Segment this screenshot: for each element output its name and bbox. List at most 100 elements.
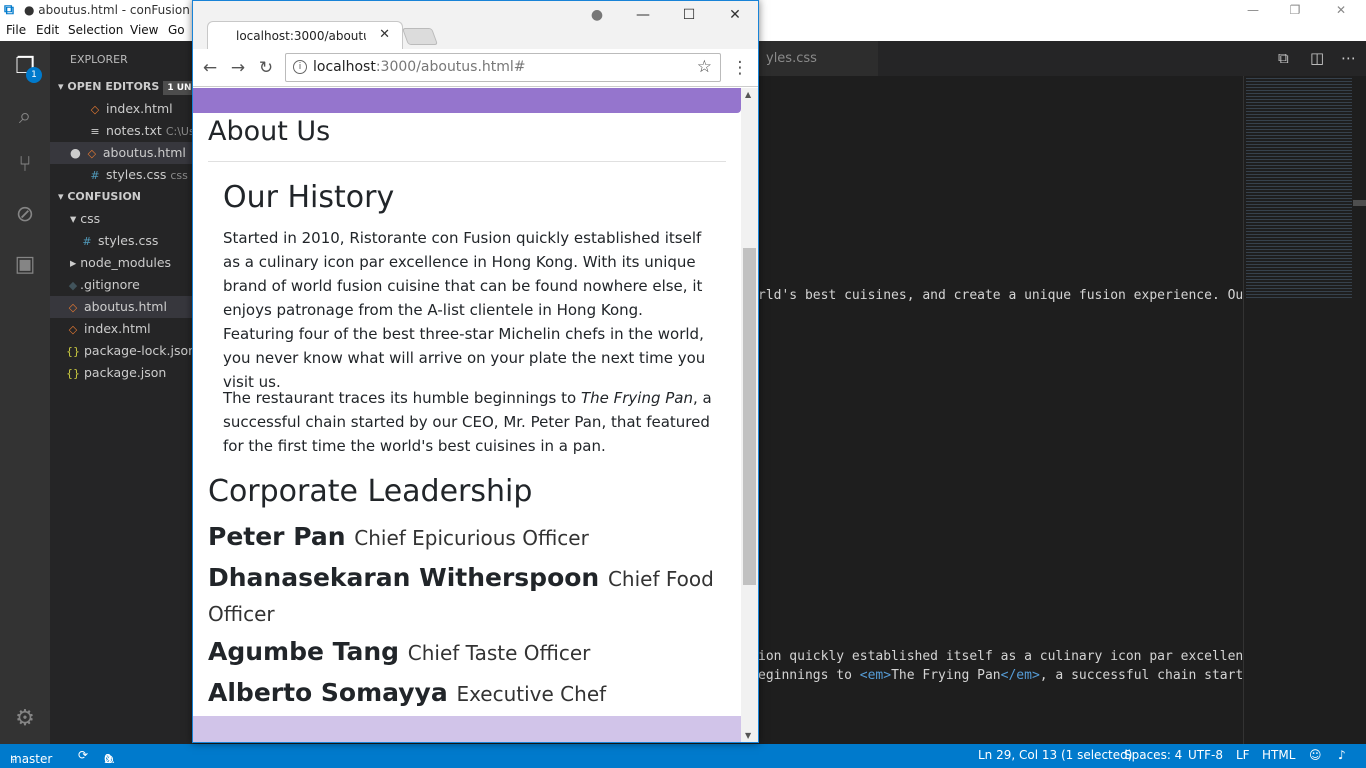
paragraph-emphasis: The Frying Pan: [580, 389, 693, 407]
file-package-json[interactable]: {} package.json: [50, 362, 193, 384]
gear-icon[interactable]: ⚙: [0, 699, 50, 739]
forward-arrow-icon[interactable]: →: [227, 58, 249, 78]
html-file-icon: ◇: [68, 301, 78, 314]
leader-role: Executive Chef: [456, 682, 607, 706]
code-tag: <em>: [859, 668, 892, 683]
html-file-icon: ◇: [90, 103, 100, 116]
code-line: eginnings to <em>The Frying Pan</em>, a …: [758, 668, 1243, 683]
split-editor-icon[interactable]: ◫: [1310, 49, 1324, 67]
file-label: package-lock.json: [83, 343, 193, 358]
encoding-status[interactable]: UTF-8: [1188, 748, 1223, 762]
tab-styles-css[interactable]: yles.css: [758, 41, 878, 76]
file-label: .gitignore: [80, 277, 140, 292]
open-editors-label: OPEN EDITORS: [67, 80, 160, 93]
indentation-status[interactable]: Spaces: 4: [1124, 748, 1182, 762]
browser-close-icon[interactable]: ✕: [715, 5, 755, 25]
json-file-icon: {}: [66, 345, 80, 358]
open-editor-index[interactable]: ◇ index.html: [50, 98, 193, 120]
leader-item: Alberto Somayya Executive Chef: [208, 676, 728, 711]
page-scrollbar[interactable]: ▲ ▼: [741, 88, 758, 742]
editor-scrollbar-thumb[interactable]: [1353, 200, 1366, 206]
menu-view[interactable]: View: [130, 23, 158, 37]
warning-count: 0: [104, 752, 112, 766]
cursor-position[interactable]: Ln 29, Col 13 (1 selected): [978, 748, 1132, 762]
open-editor-styles[interactable]: # styles.css css: [50, 164, 193, 186]
project-section[interactable]: ▾ CONFUSION: [50, 186, 193, 208]
open-editor-aboutus[interactable]: ● ◇ aboutus.html: [50, 142, 193, 164]
menu-file[interactable]: File: [6, 23, 26, 37]
eol-status[interactable]: LF: [1236, 748, 1250, 762]
paragraph-text: The restaurant traces its humble beginni…: [223, 389, 581, 407]
tab-close-icon[interactable]: ✕: [379, 27, 390, 42]
code-tag: </em>: [1000, 668, 1040, 683]
bookmark-star-icon[interactable]: ☆: [697, 57, 712, 77]
open-editor-label: notes.txt: [105, 123, 162, 138]
page-viewport[interactable]: About Us Our History Started in 2010, Ri…: [193, 88, 741, 742]
html-file-icon: ◇: [87, 147, 97, 160]
browser-minimize-icon[interactable]: —: [623, 5, 663, 25]
folder-css[interactable]: ▾ css: [50, 208, 193, 230]
address-bar[interactable]: i localhost:3000/aboutus.html# ☆: [285, 53, 721, 82]
leader-item: Dhanasekaran Witherspoon Chief Food Offi…: [208, 561, 728, 631]
window-title: ● aboutus.html - conFusion - Vi: [24, 3, 214, 17]
minimize-icon[interactable]: —: [1230, 0, 1276, 20]
code-text: The Frying Pan: [891, 668, 1001, 683]
scroll-down-icon[interactable]: ▼: [745, 731, 751, 740]
source-control-icon[interactable]: ⑂: [0, 145, 50, 185]
leader-name: Alberto Somayya: [208, 678, 448, 707]
browser-toolbar: ← → ↻ i localhost:3000/aboutus.html# ☆ ⋮: [193, 49, 758, 87]
leadership-heading: Corporate Leadership: [208, 474, 533, 509]
file-gitignore[interactable]: ◆ .gitignore: [50, 274, 193, 296]
reload-icon[interactable]: ↻: [255, 58, 277, 78]
activity-bar: ❐ 1 ⌕ ⑂ ⊘ ▣ ⚙: [0, 41, 50, 744]
vscode-logo-icon: ⧉: [4, 2, 14, 18]
restore-icon[interactable]: ❐: [1272, 0, 1318, 20]
extensions-icon[interactable]: ▣: [0, 245, 50, 285]
folder-label: node_modules: [80, 255, 172, 270]
menu-go[interactable]: Go: [168, 23, 185, 37]
debug-icon[interactable]: ⊘: [0, 195, 50, 235]
notifications-bell-icon[interactable]: ♪: [1338, 748, 1346, 762]
open-editor-label: styles.css: [105, 167, 167, 182]
browser-tab[interactable]: localhost:3000/aboutus.h ✕: [207, 21, 403, 49]
close-icon[interactable]: ✕: [1318, 0, 1364, 20]
browser-menu-icon[interactable]: ⋮: [729, 58, 751, 78]
explorer-header: EXPLORER: [70, 53, 128, 66]
open-editors-section[interactable]: ▾ OPEN EDITORS1 UNSA: [50, 76, 193, 98]
folder-node-modules[interactable]: ▸ node_modules: [50, 252, 193, 274]
minimap[interactable]: [1243, 76, 1353, 744]
search-icon[interactable]: ⌕: [0, 97, 50, 137]
page-scrollbar-thumb[interactable]: [743, 248, 756, 585]
unsaved-dot-icon: ●: [70, 145, 81, 160]
files-icon[interactable]: ❐: [0, 47, 50, 87]
new-tab-button[interactable]: [401, 28, 439, 45]
file-aboutus-html[interactable]: ◇ aboutus.html: [50, 296, 193, 318]
history-paragraph-2: The restaurant traces its humble beginni…: [223, 386, 713, 458]
open-preview-icon[interactable]: ⧉: [1278, 49, 1289, 67]
sync-icon[interactable]: ⟳: [78, 748, 88, 762]
menu-edit[interactable]: Edit: [36, 23, 59, 37]
divider: [208, 161, 726, 162]
menu-selection[interactable]: Selection: [68, 23, 123, 37]
footer-strip: [193, 716, 741, 742]
branch-label: master: [10, 752, 53, 766]
language-status[interactable]: HTML: [1262, 748, 1295, 762]
leader-item: Agumbe Tang Chief Taste Officer: [208, 635, 728, 670]
file-package-lock[interactable]: {} package-lock.json: [50, 340, 193, 362]
html-file-icon: ◇: [68, 323, 78, 336]
file-styles-css[interactable]: # styles.css: [50, 230, 193, 252]
info-icon[interactable]: i: [293, 60, 307, 74]
feedback-smiley-icon[interactable]: ☺: [1309, 748, 1322, 762]
profile-icon[interactable]: ●: [577, 5, 617, 25]
editor-scrollbar[interactable]: [1353, 76, 1366, 744]
file-index-html[interactable]: ◇ index.html: [50, 318, 193, 340]
browser-tab-title: localhost:3000/aboutus.h: [236, 29, 366, 43]
more-actions-icon[interactable]: ⋯: [1341, 49, 1356, 67]
browser-window: localhost:3000/aboutus.h ✕ ● — ☐ ✕ ← → ↻…: [192, 0, 759, 743]
open-editor-label: aboutus.html: [102, 145, 186, 160]
explorer-sidebar: EXPLORER ▾ OPEN EDITORS1 UNSA ◇ index.ht…: [50, 41, 193, 744]
browser-maximize-icon[interactable]: ☐: [669, 5, 709, 25]
open-editor-notes[interactable]: ≡ notes.txt C:\Use: [50, 120, 193, 142]
back-arrow-icon[interactable]: ←: [199, 58, 221, 78]
scroll-up-icon[interactable]: ▲: [745, 90, 751, 99]
